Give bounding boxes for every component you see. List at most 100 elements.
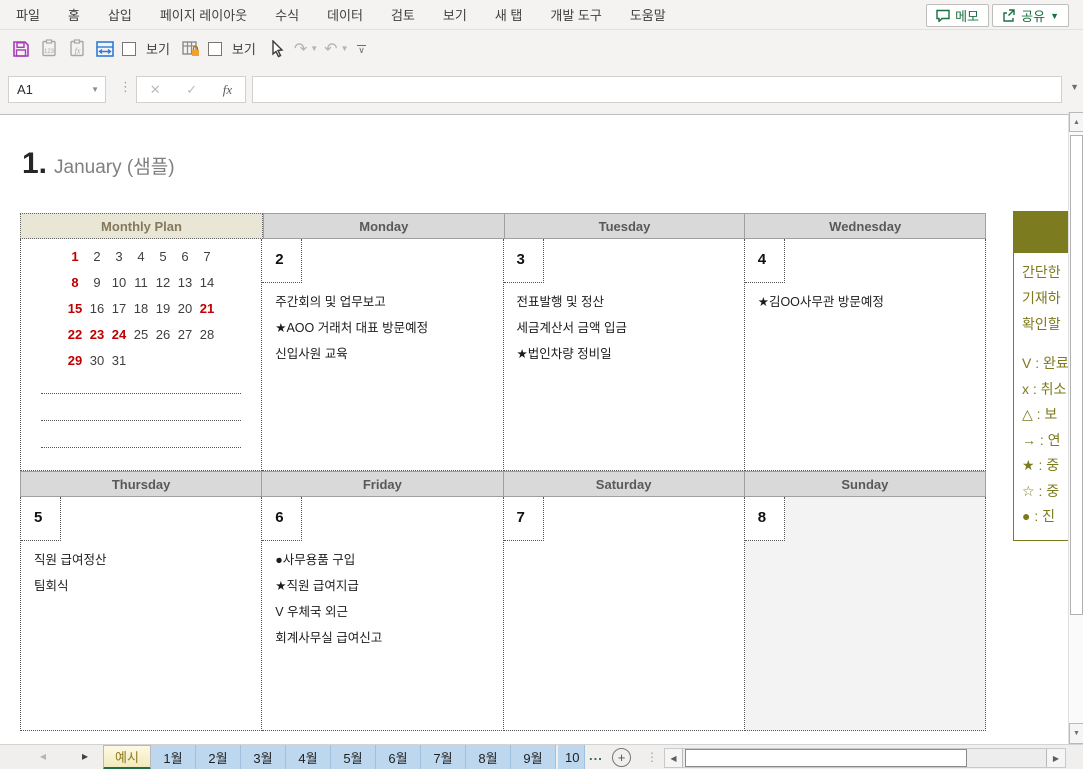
comments-button[interactable]: 메모 [926,4,989,27]
mini-date: 7 [203,248,211,264]
protect-sheet-button[interactable] [180,38,202,60]
sheet-tab-bar: ◂ ▸ 예시 1월 2월 3월 4월 5월 6월 7월 8월 9월 10 ... + ⋮ ◀ ▶ [0,744,1083,769]
menu-item[interactable]: 수식 [261,0,313,29]
view-checkbox-1[interactable] [122,41,136,56]
sheet-tab-month[interactable]: 7월 [421,745,466,769]
view-checkbox-2[interactable] [207,41,222,56]
menu-item[interactable]: 파일 [2,0,54,29]
paste-formulas-button[interactable]: fx [66,38,88,60]
schedule-entry: V 우체국 외근 [275,605,349,619]
sheet-tab-month[interactable]: 8월 [466,745,511,769]
schedule-entry: 신입사원 교육 [275,347,348,361]
sheet-tab-month[interactable]: 3월 [241,745,286,769]
menu-item[interactable]: 도움말 [616,0,680,29]
menu-item[interactable]: 데이터 [313,0,377,29]
sheet-tab-month[interactable]: 6월 [376,745,421,769]
legend-notes: 간단한 기재하 확인할 [1022,259,1068,337]
menu-item[interactable]: 홈 [54,0,94,29]
legend-item: ● : 진 [1022,508,1056,524]
mini-date: 2 [93,248,101,264]
mini-date: 4 [137,248,145,264]
day-number: 8 [757,509,767,526]
day-cell-sunday[interactable]: 8 [744,497,986,731]
note-rule-line [41,420,241,421]
more-sheets-button[interactable]: ... [589,748,603,763]
mini-date: 6 [181,248,189,264]
worksheet[interactable]: 1. January (샘플) Monthly Plan Monday Tuesd… [0,114,1068,744]
day-number: 5 [34,509,43,526]
sheet-tabs: 예시 1월 2월 3월 4월 5월 6월 7월 8월 9월 [103,745,556,769]
name-box-value: A1 [17,82,33,97]
redo-dropdown-icon[interactable]: ▼ [310,44,318,53]
horizontal-scrollbar[interactable]: ◀ ▶ [664,748,1066,768]
page-title: 1. January (샘플) [22,147,175,181]
scroll-left-icon[interactable]: ◀ [665,749,683,767]
scroll-down-icon[interactable]: ▼ [1069,723,1083,744]
day-cell-wednesday[interactable]: 4 ★김OO사무관 방문예정 [744,239,986,471]
cancel-icon[interactable]: ✕ [150,82,161,98]
sheet-tab-month[interactable]: 5월 [331,745,376,769]
day-cell-saturday[interactable]: 7 [503,497,745,731]
name-box-dropdown-icon[interactable]: ▼ [91,85,99,94]
horizontal-scrollbar-thumb[interactable] [685,749,967,767]
insert-function-icon[interactable]: fx [223,82,232,98]
day-number-box: 8 [744,497,785,541]
day-cell-tuesday[interactable]: 3 전표발행 및 정산 세금계산서 금액 입금 ★법인차량 정비일 [503,239,745,471]
menu-item[interactable]: 페이지 레이아웃 [146,0,261,29]
menu-item[interactable]: 개발 도구 [536,0,615,29]
sheet-tab-month[interactable]: 9월 [511,745,556,769]
formula-input[interactable] [252,76,1062,103]
sheet-nav-next-icon[interactable]: ▸ [82,749,88,763]
legend-item: ★ : 중 [1022,457,1060,473]
menu-items: 파일 홈 삽입 페이지 레이아웃 수식 데이터 검토 보기 새 탭 개발 도구 도움말 [0,0,680,29]
menu-item[interactable]: 보기 [429,0,481,29]
paste-values-button[interactable]: 123 [38,38,60,60]
share-button[interactable]: 공유 ▼ [992,4,1069,27]
day-cell-friday[interactable]: 6 ●사무용품 구입 ★직원 급여지급 V 우체국 외근 회계사무실 급여신고 [262,497,504,731]
freeze-panes-button[interactable] [94,38,116,60]
add-sheet-button[interactable]: + [612,748,631,767]
monthly-plan-cell[interactable]: 1 2 3 4 5 6 7 8 9 10 11 12 13 14 15 16 17 18 19 20 21 22 23 24 2… [21,239,263,471]
toolbar-overflow-button[interactable]: ∨ [355,44,369,54]
sheet-tab-active[interactable]: 예시 [103,745,151,769]
monthly-plan-header: Monthly Plan [20,213,263,239]
day-cell-thursday[interactable]: 5 직원 급여정산 팀회식 [21,497,263,731]
legend-item: V : 완료 [1022,355,1068,371]
menu-bar: 파일 홈 삽입 페이지 레이아웃 수식 데이터 검토 보기 새 탭 개발 도구 도움말 메모 공유 … [0,0,1083,30]
mini-date: 25 [133,326,149,342]
menu-item[interactable]: 삽입 [94,0,146,29]
undo-dropdown-icon[interactable]: ▼ [341,44,349,53]
vertical-scrollbar[interactable]: ▲ ▼ [1068,112,1083,744]
mini-date: 30 [89,352,105,368]
select-pointer-button[interactable] [266,38,288,60]
sheet-tab-month[interactable]: 4월 [286,745,331,769]
day-entries: ★김OO사무관 방문예정 [758,289,981,315]
sheet-nav-prev-icon[interactable]: ◂ [40,749,46,763]
formula-buttons: ✕ ✓ fx [136,76,246,103]
calendar-header-row-1: Monthly Plan Monday Tuesday Wednesday [20,213,987,239]
sheet-tab-partial[interactable]: 10 [558,745,585,769]
view-checkbox-1-label: 보기 [146,42,170,57]
day-number: 4 [757,251,767,268]
scroll-up-icon[interactable]: ▲ [1069,112,1083,132]
mini-date: 9 [93,274,101,290]
save-button[interactable] [10,38,32,60]
schedule-entry: ★김OO사무관 방문예정 [757,295,884,309]
day-cell-monday[interactable]: 2 주간회의 및 업무보고 ★AOO 거래처 대표 방문예정 신입사원 교육 [262,239,504,471]
vertical-scrollbar-thumb[interactable] [1070,135,1083,615]
mini-date: 27 [177,326,193,342]
menu-item[interactable]: 새 탭 [481,0,537,29]
sheet-tabs-months: 1월 2월 3월 4월 5월 6월 7월 8월 9월 [151,745,556,769]
menu-item[interactable]: 검토 [377,0,429,29]
mini-date: 17 [111,300,127,316]
day-entries: ●사무용품 구입 ★직원 급여지급 V 우체국 외근 회계사무실 급여신고 [275,547,498,651]
sheet-tab-month[interactable]: 2월 [196,745,241,769]
svg-text:fx: fx [74,47,80,56]
redo-button[interactable]: ↷ [294,39,307,59]
scroll-right-icon[interactable]: ▶ [1046,749,1065,767]
name-box[interactable]: A1 ▼ [8,76,106,103]
sheet-tab-month[interactable]: 1월 [151,745,196,769]
formula-bar-expand-icon[interactable]: ▼ [1070,82,1079,92]
undo-button[interactable]: ↶ [324,39,337,59]
enter-icon[interactable]: ✓ [186,82,197,98]
